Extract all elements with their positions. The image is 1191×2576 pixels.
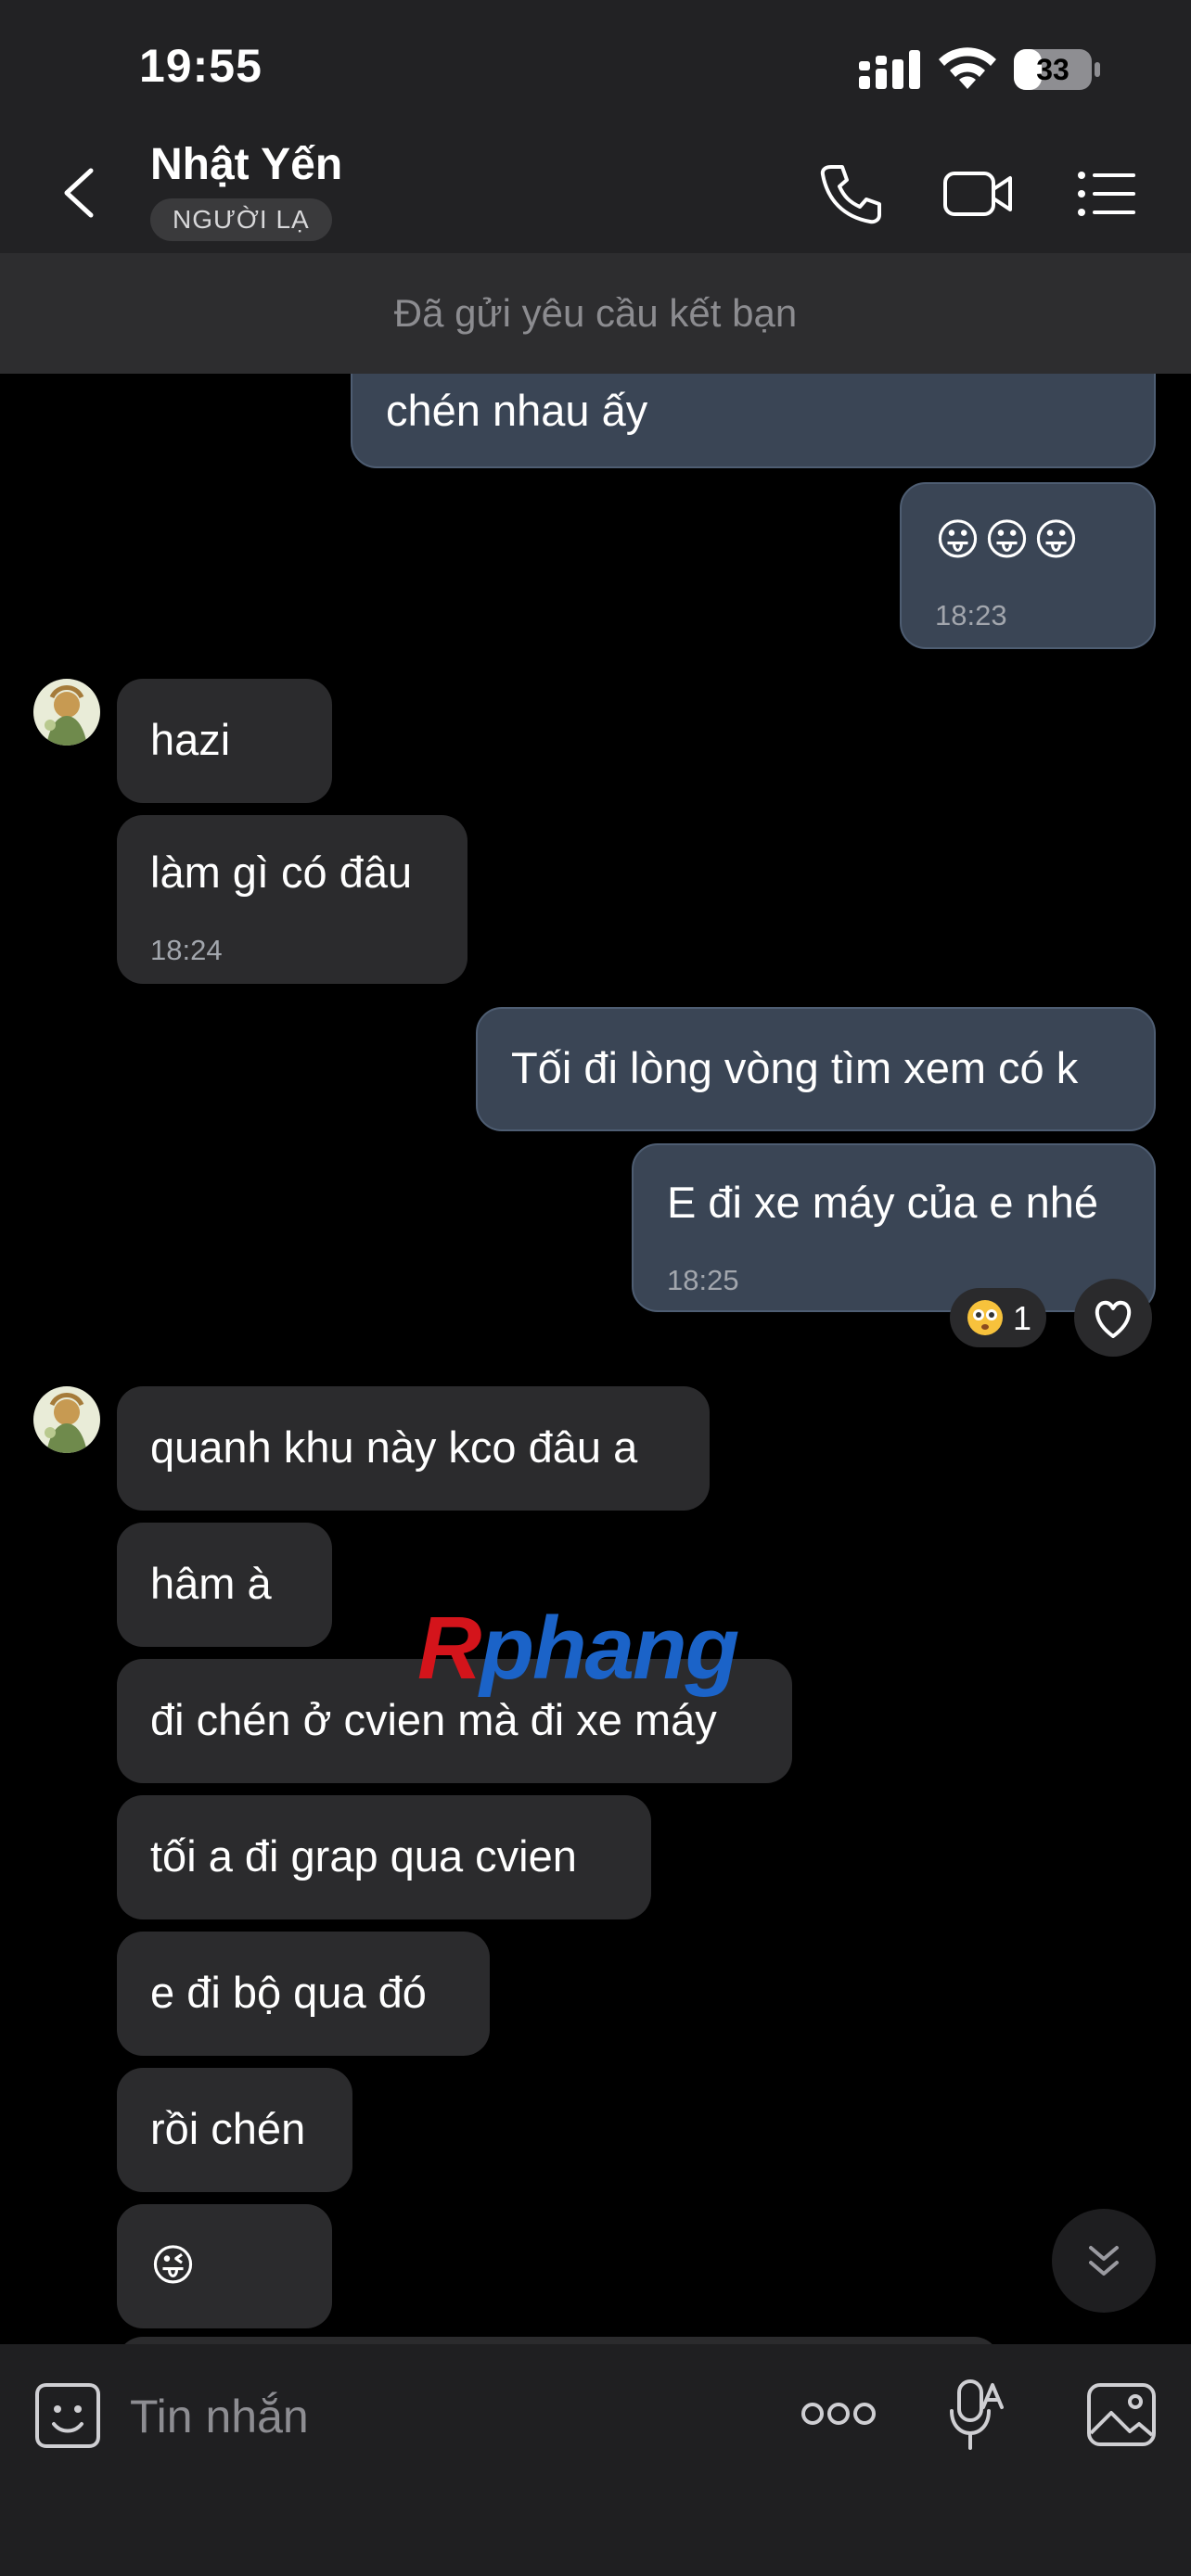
home-indicator-area	[0, 2483, 1191, 2576]
message-text: chén nhau ấy	[386, 386, 648, 435]
avatar-image	[33, 679, 100, 746]
phone-call-icon[interactable]	[818, 161, 883, 226]
gallery-image-icon[interactable]	[1085, 2381, 1158, 2448]
heart-icon	[1095, 1300, 1132, 1338]
message-text: tối a đi grap qua cvien	[150, 1831, 577, 1881]
message-list[interactable]: chén nhau ấy 😛😛😛 18:23 hazi làm gì có đâ…	[0, 374, 1191, 2344]
friend-request-notice: Đã gửi yêu cầu kết bạn	[0, 253, 1191, 374]
message-bubble-incoming[interactable]: tối a đi grap qua cvien	[117, 1795, 651, 1919]
status-time: 19:55	[139, 40, 263, 92]
scroll-to-bottom-button[interactable]	[1052, 2209, 1156, 2313]
more-options-icon[interactable]	[800, 2400, 877, 2428]
cellular-signal-icon	[859, 50, 920, 89]
reaction-pill[interactable]: 1	[950, 1288, 1046, 1347]
flushed-face-icon	[967, 1300, 1003, 1335]
message-input[interactable]	[130, 2383, 686, 2450]
stranger-badge: NGƯỜI LẠ	[150, 198, 332, 241]
double-chevron-down-icon	[1089, 2246, 1119, 2276]
message-bubble-incoming[interactable]	[117, 2337, 1000, 2344]
message-text: quanh khu này kco đâu a	[150, 1422, 638, 1472]
message-bubble-outgoing[interactable]: 😛😛😛 18:23	[900, 482, 1156, 649]
message-text: 😛😛😛	[935, 515, 1082, 564]
menu-list-icon[interactable]	[1076, 161, 1137, 226]
message-time: 18:25	[667, 1264, 739, 1296]
message-text: hazi	[150, 715, 231, 764]
back-chevron-icon[interactable]	[52, 159, 108, 226]
message-bubble-incoming[interactable]: làm gì có đâu 18:24	[117, 815, 467, 984]
message-text: Tối đi lòng vòng tìm xem có k	[511, 1043, 1079, 1092]
watermark-logo: Rphang	[417, 1599, 739, 1698]
message-text: hâm à	[150, 1559, 272, 1608]
sticker-icon[interactable]	[33, 2381, 102, 2450]
message-bubble-outgoing[interactable]: chén nhau ấy	[351, 374, 1156, 468]
wifi-icon	[939, 47, 996, 89]
like-button[interactable]	[1074, 1279, 1152, 1357]
chat-screen: 19:55 33 Nhật Yến NGƯỜI LẠ Đã gửi yêu cầ…	[0, 0, 1191, 2576]
message-bubble-incoming[interactable]: e đi bộ qua đó	[117, 1932, 490, 2056]
video-call-icon[interactable]	[942, 161, 1013, 226]
message-bubble-incoming[interactable]: 😜	[117, 2204, 332, 2328]
message-time: 18:24	[150, 934, 223, 966]
message-text: đi chén ở cvien mà đi xe máy	[150, 1695, 717, 1744]
message-bubble-incoming[interactable]: hazi	[117, 679, 332, 803]
message-bubble-incoming[interactable]: quanh khu này kco đâu a	[117, 1386, 710, 1511]
voice-to-text-mic-icon[interactable]	[946, 2378, 1005, 2454]
message-time: 18:23	[935, 599, 1007, 631]
battery-level: 33	[1036, 53, 1069, 86]
contact-name[interactable]: Nhật Yến	[150, 139, 342, 190]
message-text: làm gì có đâu	[150, 848, 413, 897]
reaction-count: 1	[1013, 1299, 1032, 1337]
message-bubble-outgoing[interactable]: Tối đi lòng vòng tìm xem có k	[476, 1007, 1156, 1131]
composer-bar	[0, 2344, 1191, 2576]
message-text: rồi chén	[150, 2104, 306, 2153]
header: 19:55 33 Nhật Yến NGƯỜI LẠ	[0, 0, 1191, 253]
message-bubble-incoming[interactable]: rồi chén	[117, 2068, 352, 2192]
battery-icon: 33	[1014, 49, 1100, 90]
message-bubble-incoming[interactable]: hâm à	[117, 1523, 332, 1647]
message-text: 😜	[150, 2240, 196, 2289]
message-text: e đi bộ qua đó	[150, 1968, 427, 2017]
avatar-image	[33, 1386, 100, 1453]
message-text: E đi xe máy của e nhé	[667, 1178, 1099, 1227]
contact-avatar[interactable]	[33, 679, 100, 746]
contact-avatar[interactable]	[33, 1386, 100, 1453]
